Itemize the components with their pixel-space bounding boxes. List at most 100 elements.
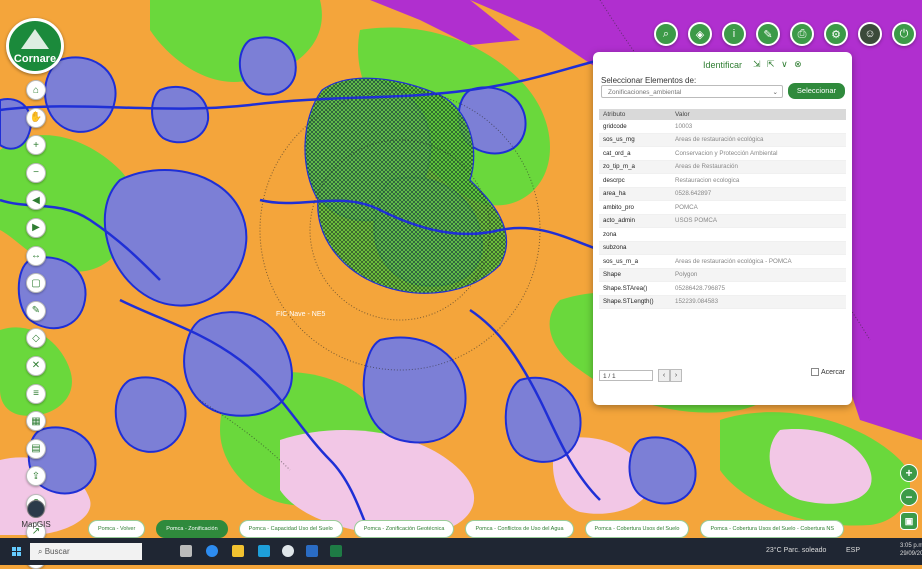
search-icon[interactable]: ⌕ [654,22,678,46]
table-row: Shape.STArea() 05286428.796875 [599,281,846,296]
clock[interactable]: 3:05 p.m. 29/09/2022 [900,542,922,558]
zoom-in-icon[interactable]: + [26,135,46,156]
settings-icon[interactable]: ⚙ [824,22,848,46]
print-icon[interactable]: ⎙ [790,22,814,46]
forward-icon[interactable]: ▶ [26,217,46,238]
select-button[interactable]: Seleccionar [788,83,845,99]
attribute-value: 10003 [671,120,846,134]
draw-icon[interactable]: ✎ [26,300,46,321]
attribute-value: Restauracion ecologica [671,173,846,188]
zoom-checkbox[interactable]: Acercar [811,368,845,376]
weather-status[interactable]: 23°C Parc. soleado [766,547,826,554]
attribute-name: acto_admin [599,214,671,228]
attribute-value [671,241,846,255]
windows-start-icon[interactable] [12,547,21,556]
clock-time: 3:05 p.m. [900,543,922,549]
export-icon[interactable]: ⇪ [26,466,46,487]
select-icon[interactable]: ◇ [26,328,46,349]
excel-icon[interactable] [330,545,342,557]
store-icon[interactable] [258,545,270,557]
select-label: Seleccionar Elementos de: [601,76,697,85]
table-row: Shape Polygon [599,268,846,282]
attribute-name: Shape.STArea() [599,281,671,296]
attribute-value: Polygon [671,268,846,282]
table-row: descrpc Restauracion ecologica [599,173,846,188]
hand-icon[interactable]: ✋ [26,107,46,128]
panel-window-icons[interactable]: ⇲ ⇱ ∨ ⊗ [753,59,804,70]
attribute-value: Areas de restauración ecológica - POMCA [671,254,846,269]
tab-pomca-capacidad-uso[interactable]: Pomca - Capacidad Uso del Suelo [238,520,343,538]
table-row: sos_us_mg Areas de restauración ecológica [599,133,846,147]
globe-icon [27,500,45,518]
zoom-out-icon[interactable]: − [26,162,46,183]
attribute-value: 152239.084583 [671,295,846,309]
tab-pomca-cobertura-usos[interactable]: Pomca - Cobertura Usos del Suelo [584,520,690,538]
attribute-value: Conservacion y Protección Ambiental [671,146,846,161]
table-icon[interactable]: ▤ [26,438,46,459]
attribute-name: ambito_pro [599,200,671,215]
taskbar: ⌕ Buscar 23°C Parc. soleado ESP 3:05 p.m… [0,538,922,565]
tab-pomca-zonificacion[interactable]: Pomca - Zonificación [156,520,228,538]
attribute-value: POMCA [671,200,846,215]
back-icon[interactable]: ◀ [26,190,46,211]
attribute-name: sos_us_m_a [599,254,671,269]
user-icon[interactable]: ☺ [858,22,882,46]
word-icon[interactable] [306,545,318,557]
system-tray-language[interactable]: ESP [846,547,860,554]
explorer-icon[interactable] [232,545,244,557]
left-toolbar: ⌂ ✋ + − ◀ ▶ ↔ ▢ ✎ ◇ ✕ ≡ ▦ ▤ ⇪ ? ↗ ⌖ [26,80,46,569]
home-icon[interactable]: ⌂ [26,80,46,100]
chrome-icon[interactable] [282,545,294,557]
prev-page-button[interactable]: ‹ [658,369,670,382]
tab-pomca-volver[interactable]: Pomca - Volver [88,520,146,538]
chevron-down-icon: ⌄ [772,89,778,96]
tab-pomca-cobertura-ns[interactable]: Pomca - Cobertura Usos del Suelo - Cober… [700,520,844,538]
identify-panel: Identificar ⇲ ⇱ ∨ ⊗ Seleccionar Elemento… [593,52,852,405]
attribute-name: Shape.STLength() [599,295,671,309]
attribute-value: 0528.642897 [671,187,846,201]
panel-title: Identificar [703,60,743,70]
table-row: cat_ord_a Conservacion y Protección Ambie… [599,146,846,161]
logo-mountain-icon [21,29,49,49]
next-page-button[interactable]: › [670,369,682,382]
layers-icon[interactable]: ◈ [688,22,712,46]
tab-pomca-conflictos-agua[interactable]: Pomca - Conflictos de Uso del Agua [465,520,574,538]
info-icon[interactable]: i [722,22,746,46]
attribute-name: area_ha [599,187,671,201]
layer-select-value: Zonificaciones_ambiental [608,89,682,96]
measure-icon[interactable]: ✎ [756,22,780,46]
taskbar-search[interactable]: ⌕ Buscar [30,543,142,560]
area-icon[interactable]: ▢ [26,273,46,294]
attribute-name: cat_ord_a [599,146,671,161]
pager-input[interactable]: 1 / 1 [599,370,653,381]
clear-icon[interactable]: ✕ [26,355,46,376]
zoom-label: Acercar [821,368,846,376]
table-row: zo_tip_m_a Areas de Restauración [599,160,846,174]
attribute-value: Areas de Restauración [671,160,846,174]
taskbar-search-placeholder: Buscar [44,547,70,556]
attribute-name: Shape [599,268,671,282]
tab-pomca-zonificacion-geotecnica[interactable]: Pomca - Zonificación Geotécnica [353,520,455,538]
clock-date: 29/09/2022 [900,551,922,557]
table-header-value: Valor [671,109,846,120]
zoom-out-button[interactable]: − [900,488,918,506]
legend-icon[interactable]: ≡ [26,383,46,404]
layer-select[interactable]: Zonificaciones_ambiental ⌄ [601,85,783,98]
exit-icon[interactable]: ⏻ [892,22,916,46]
attribute-name: subzona [599,241,671,255]
fullscreen-button[interactable]: ▣ [900,512,918,530]
attribute-value [671,227,846,242]
attribute-value: 05286428.796875 [671,281,846,296]
mapgis-badge: MapGIS [18,500,54,529]
checkbox-icon [811,368,819,376]
table-row: area_ha 0528.642897 [599,187,846,201]
zoom-in-button[interactable]: + [900,464,918,482]
ruler-icon[interactable]: ↔ [26,245,46,266]
attribute-table: Atributo Valor gridcode 10003 sos_us_mg Are… [599,109,846,309]
cornare-logo: Cornare [6,18,64,74]
mapgis-label: MapGIS [21,520,51,529]
basemap-icon[interactable]: ▦ [26,411,46,432]
task-view-icon[interactable] [180,545,192,557]
table-row: sos_us_m_a Areas de restauración ecológic… [599,254,846,269]
edge-icon[interactable] [206,545,218,557]
